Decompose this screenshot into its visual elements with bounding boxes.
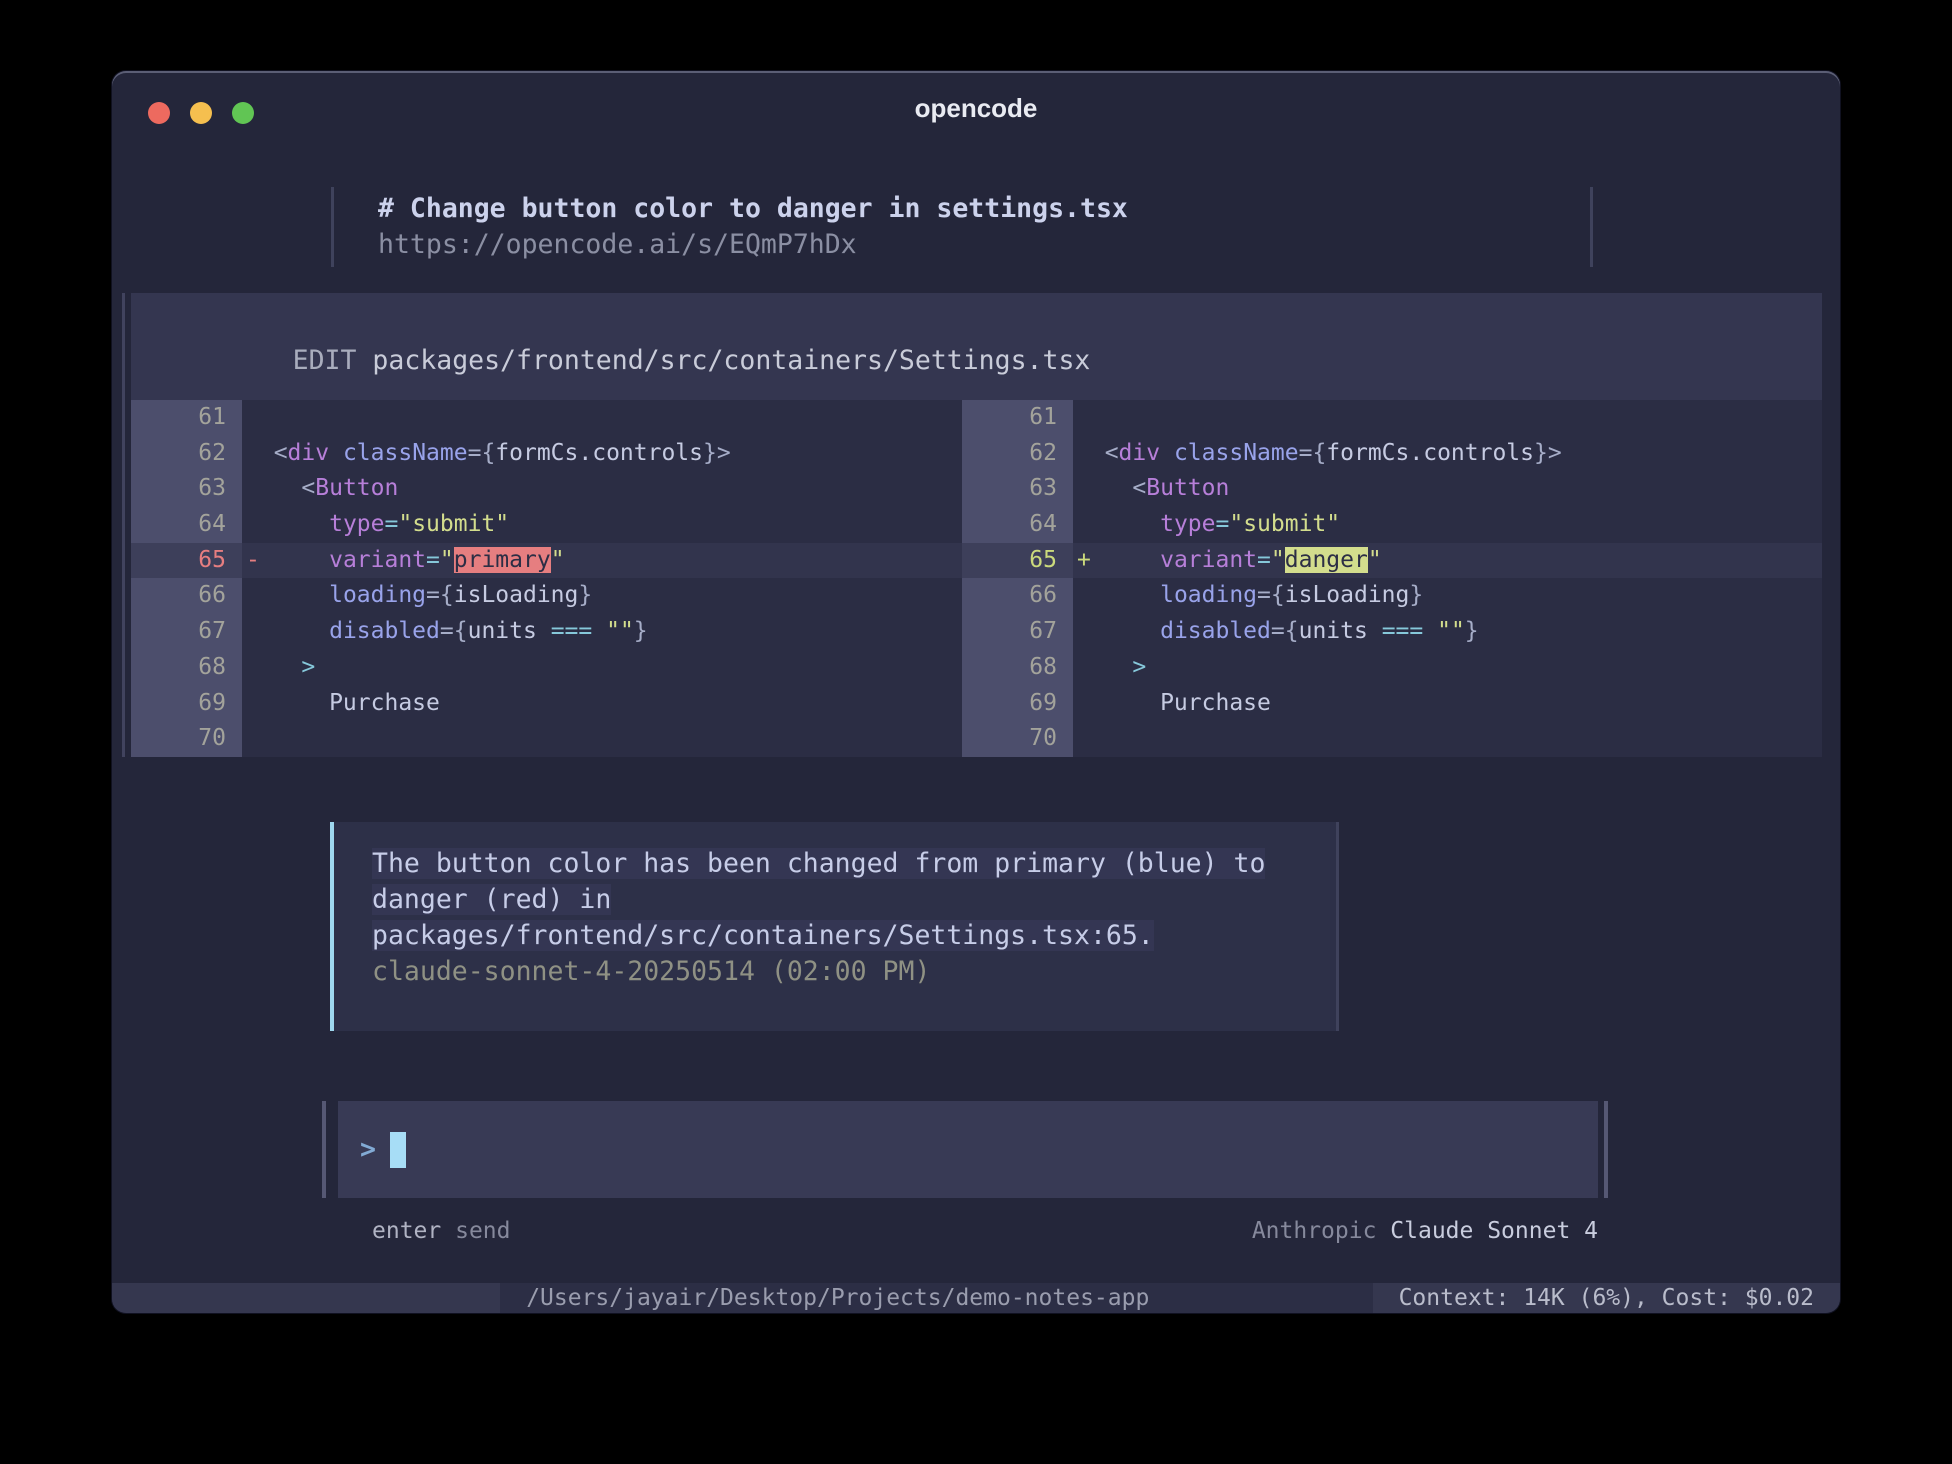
edit-file-path: packages/frontend/src/containers/Setting… xyxy=(372,345,1090,376)
app-version-segment: opencodev0.1.156 xyxy=(112,1283,500,1313)
line-number-left: 68 xyxy=(131,650,242,686)
code-line-left: disabled={units === ""} xyxy=(242,614,962,650)
code-line-right: <div className={formCs.controls}> xyxy=(1073,436,1822,472)
send-hint: enter send xyxy=(338,1213,510,1249)
diff-row: 64 type="submit"64 type="submit" xyxy=(131,507,1822,543)
line-number-right: 63 xyxy=(962,471,1073,507)
user-message: # Change button color to danger in setti… xyxy=(331,187,1593,267)
code-line-left: > xyxy=(242,650,962,686)
diff-rows: 616162 <div className={formCs.controls}>… xyxy=(131,400,1822,757)
line-number-right: 61 xyxy=(962,400,1073,436)
code-line-left xyxy=(242,400,962,436)
edit-action-label: EDIT xyxy=(293,345,357,376)
status-bar: opencodev0.1.156 /Users/jayair/Desktop/P… xyxy=(112,1283,1840,1313)
code-line-right xyxy=(1073,400,1822,436)
input-left-edge xyxy=(322,1101,326,1198)
user-message-title: # Change button color to danger in setti… xyxy=(378,191,1590,227)
response-line: packages/frontend/src/containers/Setting… xyxy=(372,918,1336,954)
diff-row: 62 <div className={formCs.controls}>62 <… xyxy=(131,436,1822,472)
input-right-edge xyxy=(1604,1101,1608,1198)
line-number-right: 68 xyxy=(962,650,1073,686)
line-number-left: 70 xyxy=(131,721,242,757)
code-line-left: Purchase xyxy=(242,686,962,722)
line-number-left: 67 xyxy=(131,614,242,650)
line-number-right: 65 xyxy=(962,543,1073,579)
diff-row: 69 Purchase69 Purchase xyxy=(131,686,1822,722)
context-cost-stats: Context: 14K (6%), Cost: $0.02 xyxy=(1373,1283,1840,1313)
line-number-left: 64 xyxy=(131,507,242,543)
assistant-message: The button color has been changed from p… xyxy=(330,822,1339,1031)
window-title: opencode xyxy=(112,93,1840,124)
code-line-right: > xyxy=(1073,650,1822,686)
line-number-right: 64 xyxy=(962,507,1073,543)
line-number-left: 63 xyxy=(131,471,242,507)
code-line-right: + variant="danger" xyxy=(1073,543,1822,579)
code-line-right: disabled={units === ""} xyxy=(1073,614,1822,650)
diff-row: 61 61 xyxy=(131,400,1822,436)
edit-tool-header: EDIT packages/frontend/src/containers/Set… xyxy=(131,293,1822,400)
code-line-left: <Button xyxy=(242,471,962,507)
working-directory: /Users/jayair/Desktop/Projects/demo-note… xyxy=(500,1283,1372,1313)
response-lines: The button color has been changed from p… xyxy=(372,846,1336,954)
desktop: opencode # Change button color to danger… xyxy=(0,0,1952,1464)
prompt-input[interactable]: > xyxy=(338,1101,1598,1198)
line-number-left: 61 xyxy=(131,400,242,436)
edit-tool-panel: EDIT packages/frontend/src/containers/Set… xyxy=(131,293,1822,757)
enter-key-hint: enter xyxy=(372,1218,441,1244)
diff-row: 65- variant="primary"65+ variant="danger… xyxy=(131,543,1822,579)
code-line-left: <div className={formCs.controls}> xyxy=(242,436,962,472)
diff-row: 68 >68 > xyxy=(131,650,1822,686)
opencode-window: opencode # Change button color to danger… xyxy=(112,71,1840,1313)
line-number-left: 69 xyxy=(131,686,242,722)
hints-row: enter send Anthropic Claude Sonnet 4 xyxy=(338,1213,1598,1249)
provider-label: Anthropic xyxy=(1252,1218,1377,1244)
code-line-right: Purchase xyxy=(1073,686,1822,722)
edit-block-accent-line xyxy=(122,293,125,757)
model-indicator: Anthropic Claude Sonnet 4 xyxy=(1252,1213,1598,1249)
line-number-right: 70 xyxy=(962,721,1073,757)
diff-row: 67 disabled={units === ""}67 disabled={u… xyxy=(131,614,1822,650)
line-number-left: 65 xyxy=(131,543,242,579)
code-line-left: - variant="primary" xyxy=(242,543,962,579)
diff-row: 66 loading={isLoading}66 loading={isLoad… xyxy=(131,578,1822,614)
code-line-left xyxy=(242,721,962,757)
line-number-right: 62 xyxy=(962,436,1073,472)
text-cursor xyxy=(390,1132,406,1168)
prompt-symbol: > xyxy=(360,1134,376,1165)
share-url: https://opencode.ai/s/EQmP7hDx xyxy=(378,227,1590,263)
response-line: danger (red) in xyxy=(372,882,1336,918)
diff-row: 63 <Button63 <Button xyxy=(131,471,1822,507)
line-number-right: 67 xyxy=(962,614,1073,650)
code-line-right: loading={isLoading} xyxy=(1073,578,1822,614)
code-line-left: loading={isLoading} xyxy=(242,578,962,614)
line-number-right: 69 xyxy=(962,686,1073,722)
code-line-right: type="submit" xyxy=(1073,507,1822,543)
line-number-left: 62 xyxy=(131,436,242,472)
send-action-hint: send xyxy=(455,1218,510,1244)
response-meta: claude-sonnet-4-20250514 (02:00 PM) xyxy=(372,954,1336,990)
response-line: The button color has been changed from p… xyxy=(372,846,1336,882)
line-number-right: 66 xyxy=(962,578,1073,614)
model-label: Claude Sonnet 4 xyxy=(1390,1218,1598,1244)
line-number-left: 66 xyxy=(131,578,242,614)
code-line-right: <Button xyxy=(1073,471,1822,507)
code-line-right xyxy=(1073,721,1822,757)
diff-row: 70 70 xyxy=(131,721,1822,757)
code-line-left: type="submit" xyxy=(242,507,962,543)
